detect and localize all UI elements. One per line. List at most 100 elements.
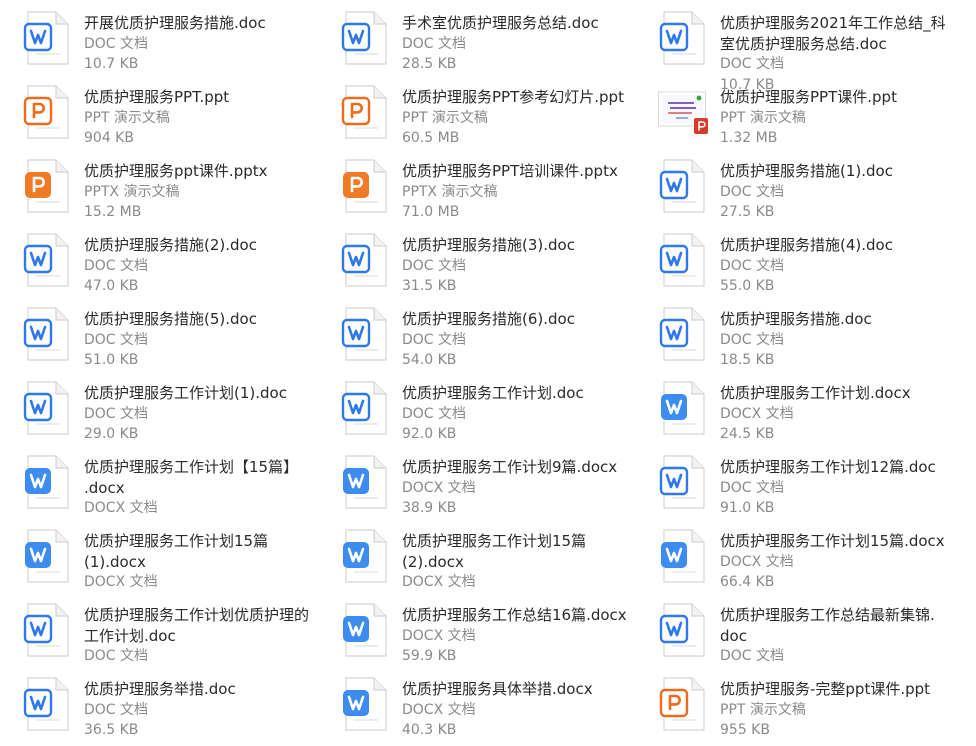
file-size: 27.5 KB (720, 204, 775, 220)
file-item[interactable]: 优质护理服务ppt课件.pptx PPTX 演示文稿 15.2 MB (22, 158, 340, 232)
file-item[interactable]: 优质护理服务工作计划15篇 (1).docx DOCX 文档 (22, 528, 340, 602)
file-name: 优质护理服务工作计划优质护理的 工作计划.doc (84, 606, 310, 645)
file-name: 优质护理服务措施(3).doc (402, 236, 575, 254)
file-size: 54.0 KB (402, 352, 457, 368)
file-text: 优质护理服务措施(6).doc DOC 文档 54.0 KB (402, 309, 652, 371)
file-item[interactable]: 优质护理服务举措.doc DOC 文档 36.5 KB (22, 676, 340, 746)
file-name: 优质护理服务工作总结16篇.docx (402, 606, 627, 624)
file-item[interactable]: 优质护理服务措施(2).doc DOC 文档 47.0 KB (22, 232, 340, 306)
word-doc-icon (340, 306, 390, 362)
word-doc-icon (340, 10, 390, 66)
file-item[interactable]: 优质护理服务具体举措.docx DOCX 文档 40.3 KB (340, 676, 658, 746)
file-type-label: PPT 演示文稿 (720, 701, 806, 718)
file-size: 18.5 KB (720, 352, 775, 368)
file-item[interactable]: 优质护理服务PPT参考幻灯片.ppt PPT 演示文稿 60.5 MB (340, 84, 658, 158)
file-size: 28.5 KB (402, 56, 457, 72)
file-item[interactable]: 优质护理服务2021年工作总结_科 室优质护理服务总结.doc DOC 文档 10.7… (658, 10, 976, 93)
word-doc-icon (22, 10, 72, 66)
file-item[interactable]: 优质护理服务PPT课件.ppt PPT 演示文稿 1.32 MB (658, 84, 976, 158)
word-docx-icon (340, 528, 390, 584)
file-type-label: DOC 文档 (720, 257, 785, 274)
file-size: 55.0 KB (720, 278, 775, 294)
file-item[interactable]: 优质护理服务PPT培训课件.pptx PPTX 演示文稿 71.0 MB (340, 158, 658, 232)
file-item[interactable]: 优质护理服务工作计划15篇 (2).docx DOCX 文档 (340, 528, 658, 602)
file-size: 71.0 MB (402, 204, 460, 220)
word-doc-icon (340, 380, 390, 436)
file-text: 优质护理服务具体举措.docx DOCX 文档 40.3 KB (402, 679, 652, 741)
file-type-label: DOC 文档 (402, 405, 467, 422)
file-item[interactable]: 优质护理服务工作计划(1).doc DOC 文档 29.0 KB (22, 380, 340, 454)
file-type-label: PPT 演示文稿 (720, 109, 806, 126)
file-size: 36.5 KB (84, 722, 139, 738)
file-text: 优质护理服务工作计划12篇.doc DOC 文档 91.0 KB (720, 457, 970, 519)
file-name: 优质护理服务工作计划12篇.doc (720, 458, 936, 476)
file-type-label: DOCX 文档 (402, 479, 476, 496)
file-type-label: DOC 文档 (84, 257, 149, 274)
file-size: 29.0 KB (84, 426, 139, 442)
file-item[interactable]: 优质护理服务PPT.ppt PPT 演示文稿 904 KB (22, 84, 340, 158)
file-item[interactable]: 优质护理服务工作计划【15篇】 .docx DOCX 文档 (22, 454, 340, 528)
file-item[interactable]: 优质护理服务工作计划12篇.doc DOC 文档 91.0 KB (658, 454, 976, 528)
file-item[interactable]: 优质护理服务措施(6).doc DOC 文档 54.0 KB (340, 306, 658, 380)
file-item[interactable]: 优质护理服务工作计划.docx DOCX 文档 24.5 KB (658, 380, 976, 454)
file-item[interactable]: 优质护理服务措施(3).doc DOC 文档 31.5 KB (340, 232, 658, 306)
file-text: 优质护理服务工作计划(1).doc DOC 文档 29.0 KB (84, 383, 334, 445)
pptx-icon (340, 158, 390, 214)
file-text: 优质护理服务工作总结最新集锦. doc DOC 文档 (720, 605, 970, 667)
file-type-label: DOCX 文档 (402, 574, 476, 590)
file-item[interactable]: 优质护理服务工作计划优质护理的 工作计划.doc DOC 文档 (22, 602, 340, 676)
file-name: 优质护理服务工作计划.docx (720, 384, 911, 402)
file-item[interactable]: 优质护理服务工作计划9篇.docx DOCX 文档 38.9 KB (340, 454, 658, 528)
file-name: 优质护理服务2021年工作总结_科 室优质护理服务总结.doc (720, 14, 946, 53)
file-type-label: DOC 文档 (720, 331, 785, 348)
file-item[interactable]: 开展优质护理服务措施.doc DOC 文档 10.7 KB (22, 10, 340, 84)
file-text: 优质护理服务PPT培训课件.pptx PPTX 演示文稿 71.0 MB (402, 161, 652, 223)
file-text: 优质护理服务工作计划9篇.docx DOCX 文档 38.9 KB (402, 457, 652, 519)
file-size: 38.9 KB (402, 500, 457, 516)
file-item[interactable]: 优质护理服务措施(5).doc DOC 文档 51.0 KB (22, 306, 340, 380)
file-item[interactable]: 优质护理服务工作计划.doc DOC 文档 92.0 KB (340, 380, 658, 454)
file-name: 优质护理服务举措.doc (84, 680, 236, 698)
file-item[interactable]: 优质护理服务措施.doc DOC 文档 18.5 KB (658, 306, 976, 380)
file-item[interactable]: 优质护理服务措施(1).doc DOC 文档 27.5 KB (658, 158, 976, 232)
word-docx-icon (658, 528, 708, 584)
file-name: 开展优质护理服务措施.doc (84, 14, 266, 32)
file-type-label: DOC 文档 (84, 35, 149, 52)
file-name: 优质护理服务PPT参考幻灯片.ppt (402, 88, 624, 106)
file-type-label: DOCX 文档 (720, 553, 794, 570)
file-type-label: DOCX 文档 (402, 627, 476, 644)
file-item[interactable]: 手术室优质护理服务总结.doc DOC 文档 28.5 KB (340, 10, 658, 84)
word-docx-icon (22, 528, 72, 584)
file-text: 优质护理服务工作计划【15篇】 .docx DOCX 文档 (84, 457, 334, 519)
ppt-icon (658, 676, 708, 732)
file-item[interactable]: 优质护理服务工作总结16篇.docx DOCX 文档 59.9 KB (340, 602, 658, 676)
file-name: 优质护理服务工作计划15篇 (2).docx (402, 532, 587, 571)
file-name: 优质护理服务措施(1).doc (720, 162, 893, 180)
file-name: 优质护理服务-完整ppt课件.ppt (720, 680, 931, 698)
file-type-label: PPT 演示文稿 (84, 109, 170, 126)
file-type-label: PPTX 演示文稿 (402, 183, 498, 200)
file-size: 51.0 KB (84, 352, 139, 368)
file-size: 1.32 MB (720, 130, 778, 146)
file-text: 优质护理服务2021年工作总结_科 室优质护理服务总结.doc DOC 文档 10.7… (720, 13, 970, 95)
word-docx-icon (340, 454, 390, 510)
file-text: 优质护理服务-完整ppt课件.ppt PPT 演示文稿 955 KB (720, 679, 970, 741)
file-item[interactable]: 优质护理服务措施(4).doc DOC 文档 55.0 KB (658, 232, 976, 306)
file-text: 优质护理服务工作计划优质护理的 工作计划.doc DOC 文档 (84, 605, 334, 667)
file-text: 优质护理服务PPT课件.ppt PPT 演示文稿 1.32 MB (720, 87, 970, 149)
file-item[interactable]: 优质护理服务工作总结最新集锦. doc DOC 文档 (658, 602, 976, 676)
file-text: 优质护理服务工作计划.docx DOCX 文档 24.5 KB (720, 383, 970, 445)
file-type-label: DOC 文档 (720, 479, 785, 496)
file-type-label: PPTX 演示文稿 (84, 183, 180, 200)
file-name: 优质护理服务措施(6).doc (402, 310, 575, 328)
file-name: 优质护理服务措施(2).doc (84, 236, 257, 254)
file-size: 40.3 KB (402, 722, 457, 738)
file-item[interactable]: 优质护理服务工作计划15篇.docx DOCX 文档 66.4 KB (658, 528, 976, 602)
file-type-label: DOC 文档 (84, 648, 149, 664)
file-name: 优质护理服务PPT培训课件.pptx (402, 162, 618, 180)
file-item[interactable]: 优质护理服务-完整ppt课件.ppt PPT 演示文稿 955 KB (658, 676, 976, 746)
word-doc-icon (658, 232, 708, 288)
file-type-label: DOC 文档 (720, 56, 785, 72)
file-type-label: DOC 文档 (402, 331, 467, 348)
file-text: 优质护理服务工作计划15篇.docx DOCX 文档 66.4 KB (720, 531, 970, 593)
